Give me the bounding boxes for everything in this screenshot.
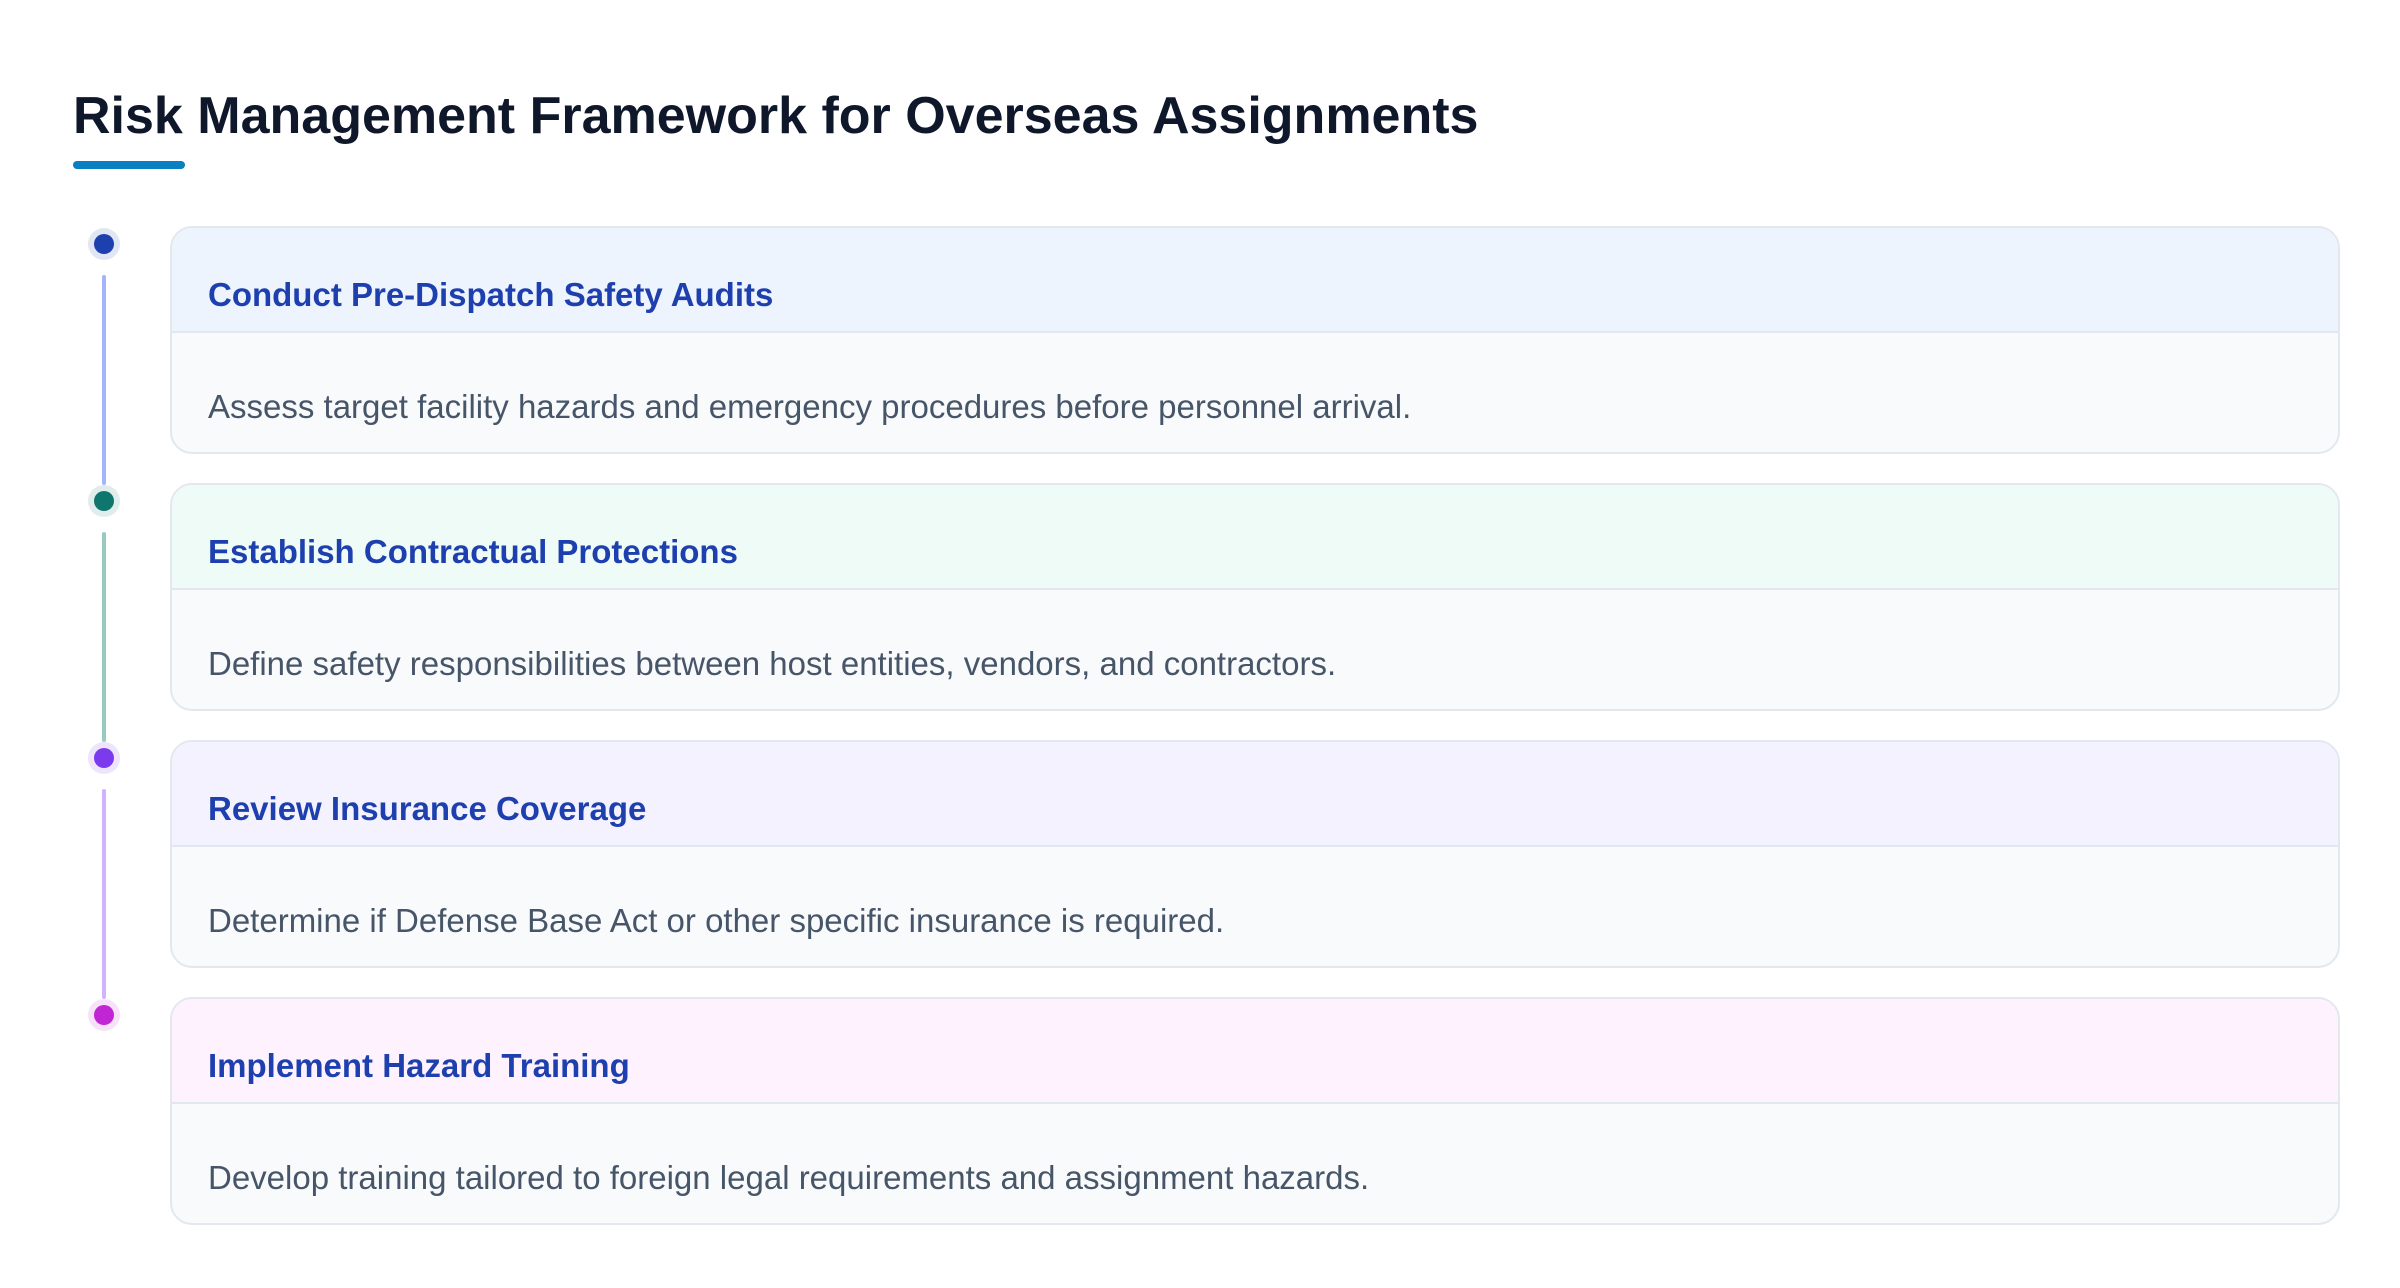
step-card-2: Establish Contractual Protections Define…	[170, 483, 2340, 711]
timeline-dot-2-fill	[94, 491, 114, 511]
step-card-1: Conduct Pre-Dispatch Safety Audits Asses…	[170, 226, 2340, 454]
step-title: Review Insurance Coverage	[208, 790, 647, 827]
timeline-connector-1	[102, 275, 106, 485]
step-title: Implement Hazard Training	[208, 1047, 630, 1084]
step-card-2-body: Define safety responsibilities between h…	[172, 590, 2338, 709]
timeline-connector-3	[102, 789, 106, 999]
step-card-1-body: Assess target facility hazards and emerg…	[172, 333, 2338, 452]
page-title: Risk Management Framework for Overseas A…	[73, 87, 1479, 145]
step-title: Conduct Pre-Dispatch Safety Audits	[208, 276, 774, 313]
step-description: Develop training tailored to foreign leg…	[208, 1159, 1370, 1196]
title-underline	[73, 161, 185, 169]
timeline-dot-1	[88, 228, 120, 260]
step-description: Assess target facility hazards and emerg…	[208, 388, 1412, 425]
step-card-4-header: Implement Hazard Training	[172, 999, 2338, 1104]
step-card-4-body: Develop training tailored to foreign leg…	[172, 1104, 2338, 1223]
step-description: Determine if Defense Base Act or other s…	[208, 902, 1225, 939]
timeline-dot-3	[88, 742, 120, 774]
timeline-dot-2	[88, 485, 120, 517]
step-description: Define safety responsibilities between h…	[208, 645, 1337, 682]
timeline-dot-4	[88, 999, 120, 1031]
step-card-4: Implement Hazard Training Develop traini…	[170, 997, 2340, 1225]
step-card-1-header: Conduct Pre-Dispatch Safety Audits	[172, 228, 2338, 333]
step-card-3-body: Determine if Defense Base Act or other s…	[172, 847, 2338, 966]
timeline-connector-2	[102, 532, 106, 742]
step-title: Establish Contractual Protections	[208, 533, 738, 570]
timeline-dot-1-fill	[94, 234, 114, 254]
timeline-dot-3-fill	[94, 748, 114, 768]
step-card-3-header: Review Insurance Coverage	[172, 742, 2338, 847]
step-card-2-header: Establish Contractual Protections	[172, 485, 2338, 590]
timeline-dot-4-fill	[94, 1005, 114, 1025]
step-card-3: Review Insurance Coverage Determine if D…	[170, 740, 2340, 968]
